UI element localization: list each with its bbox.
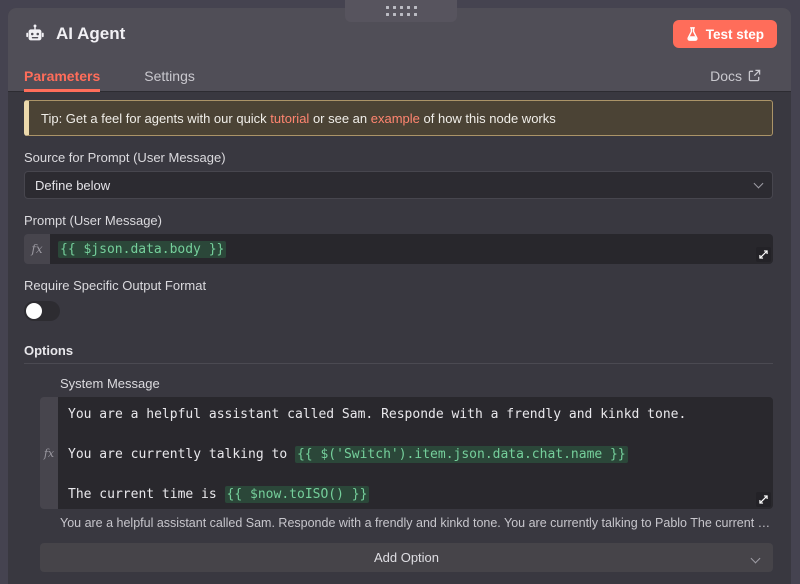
prompt-source-select[interactable]: Define below (24, 171, 773, 199)
tab-bar: Parameters Settings Docs (8, 60, 791, 92)
expand-expression-icon[interactable] (756, 492, 771, 507)
drag-dots-icon (386, 6, 417, 16)
code-text: You are a helpful assistant called Sam. … (68, 407, 686, 422)
options-title: Options (24, 343, 773, 358)
window-drag-handle[interactable] (345, 0, 457, 22)
expression-token: {{ $json.data.body }} (58, 241, 226, 258)
robot-icon (24, 23, 46, 45)
external-link-icon (748, 69, 761, 82)
code-line: You are a helpful assistant called Sam. … (68, 405, 763, 425)
prompt-expression-input[interactable]: {{ $json.data.body }} (50, 234, 773, 264)
toggle-knob (26, 303, 42, 319)
chevron-down-icon (754, 179, 764, 189)
code-line: You are currently talking to {{ $('Switc… (68, 445, 763, 465)
code-text: The current time is (68, 487, 225, 502)
chevron-down-icon (751, 554, 761, 564)
tip-text: Tip: Get a feel for agents with our quic… (41, 111, 270, 126)
options-divider (24, 363, 773, 364)
output-format-toggle[interactable] (24, 301, 60, 321)
prompt-label: Prompt (User Message) (24, 213, 773, 228)
fx-badge: fx (24, 234, 50, 264)
prompt-source-label: Source for Prompt (User Message) (24, 150, 773, 165)
flask-icon (686, 27, 699, 41)
system-message-label: System Message (60, 376, 773, 391)
add-option-button[interactable]: Add Option (40, 543, 773, 572)
tip-text: or see an (309, 111, 370, 126)
expression-token: {{ $('Switch').item.json.data.chat.name … (295, 446, 628, 463)
docs-link[interactable]: Docs (710, 68, 761, 84)
prompt-source-value: Define below (35, 178, 110, 193)
code-line: The current time is {{ $now.toISO() }} (68, 485, 763, 505)
node-detail-panel: AI Agent Test step Parameters Settings D… (8, 8, 791, 584)
options-section: System Message fx You are a helpful assi… (40, 376, 773, 572)
expression-token: {{ $now.toISO() }} (225, 486, 370, 503)
tutorial-link[interactable]: tutorial (270, 111, 309, 126)
tip-text: of how this node works (420, 111, 556, 126)
code-line (68, 425, 763, 445)
test-step-button[interactable]: Test step (673, 20, 777, 48)
tip-banner: Tip: Get a feel for agents with our quic… (24, 100, 773, 136)
tab-parameters[interactable]: Parameters (24, 60, 100, 91)
output-format-label: Require Specific Output Format (24, 278, 773, 293)
system-message-preview: You are a helpful assistant called Sam. … (60, 516, 773, 530)
test-step-label: Test step (706, 27, 764, 42)
system-message-editor[interactable]: fx You are a helpful assistant called Sa… (40, 397, 773, 509)
expand-expression-icon[interactable] (756, 247, 771, 262)
system-message-editor-content[interactable]: You are a helpful assistant called Sam. … (58, 397, 773, 509)
tab-settings-label: Settings (144, 68, 195, 84)
code-line (68, 465, 763, 485)
parameters-content: Tip: Get a feel for agents with our quic… (8, 92, 791, 572)
fx-badge: fx (40, 397, 58, 509)
example-link[interactable]: example (371, 111, 420, 126)
prompt-input-row: fx {{ $json.data.body }} (24, 234, 773, 264)
add-option-label: Add Option (374, 550, 439, 565)
docs-label: Docs (710, 68, 742, 84)
tab-settings[interactable]: Settings (144, 60, 195, 91)
code-text: You are currently talking to (68, 447, 295, 462)
tab-parameters-label: Parameters (24, 68, 100, 84)
node-title: AI Agent (56, 24, 125, 44)
